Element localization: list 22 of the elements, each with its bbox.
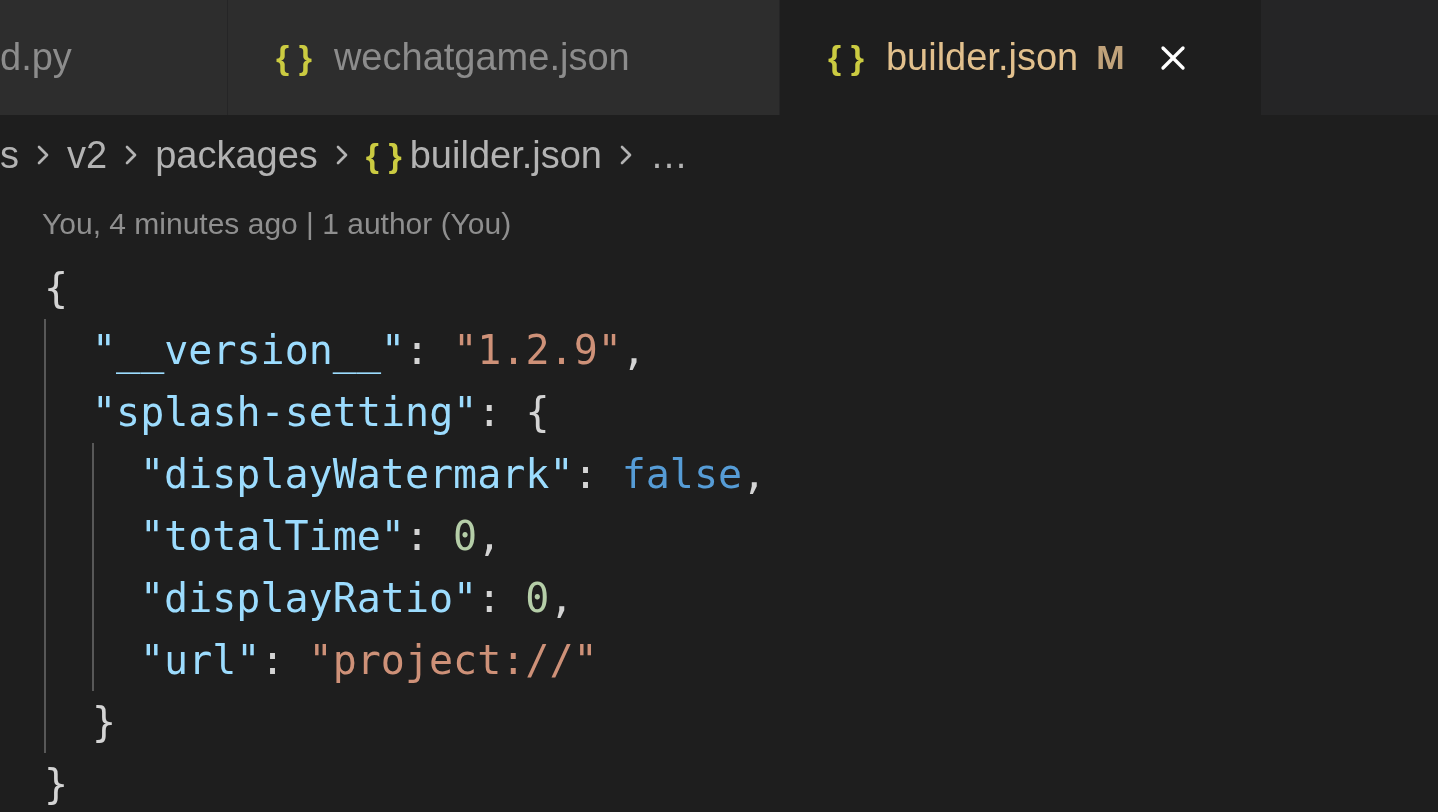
code-line: }	[92, 698, 118, 747]
breadcrumb-item[interactable]: …	[650, 133, 688, 177]
breadcrumb-item[interactable]: v2	[67, 133, 108, 177]
breadcrumb-item[interactable]: s	[0, 133, 19, 177]
blame-annotation: You, 4 minutes ago | 1 author (You)	[41, 206, 513, 242]
code-line: "splash-setting": {	[92, 388, 551, 437]
breadcrumb-item[interactable]: packages	[155, 133, 318, 177]
code-line: "totalTime": 0,	[140, 512, 503, 561]
editor-tab[interactable]: { } wechatgame.json	[228, 0, 780, 115]
editor-tab[interactable]: d.py	[0, 0, 228, 115]
code-line: }	[44, 760, 70, 809]
modified-indicator: M	[1096, 38, 1125, 77]
editor-tab[interactable]: { } builder.json M	[780, 0, 1262, 115]
code-line: "__version__": "1.2.9",	[92, 326, 647, 376]
file-icon: { }	[365, 135, 402, 175]
breadcrumb-item[interactable]: builder.json	[409, 133, 602, 177]
code-line: "displayRatio": 0,	[140, 574, 575, 623]
code-line: "displayWatermark": false,	[140, 450, 768, 499]
code-line: "url": "project://"	[140, 636, 599, 685]
file-icon: { }	[276, 38, 312, 77]
code-line: {	[44, 264, 70, 313]
file-icon: { }	[828, 38, 864, 77]
